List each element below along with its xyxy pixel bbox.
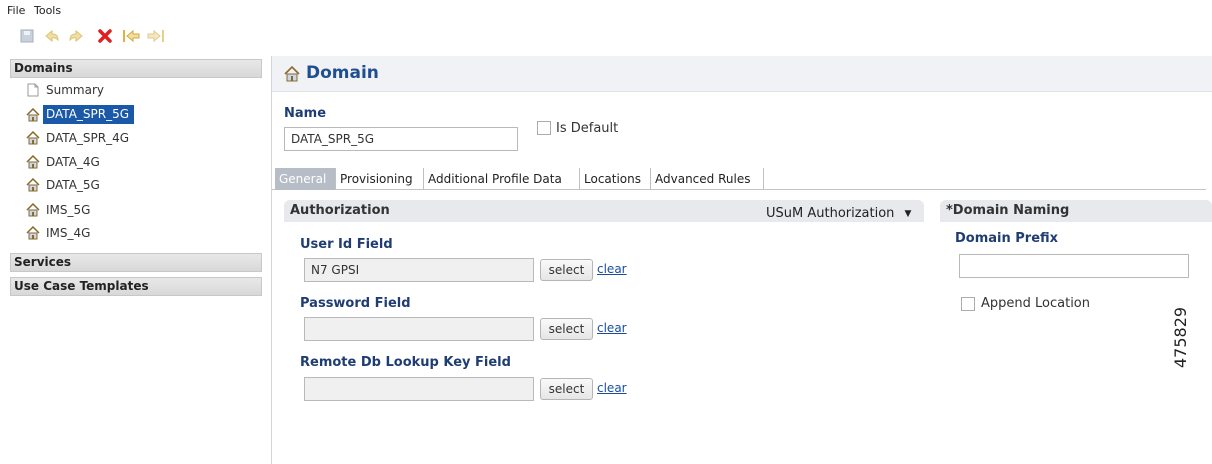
- sidebar-item-label: DATA_SPR_4G: [46, 130, 130, 145]
- sidebar-item-summary[interactable]: Summary: [26, 79, 104, 100]
- domain-naming-title: *Domain Naming: [946, 203, 1070, 218]
- domain-prefix-label: Domain Prefix: [955, 231, 1059, 246]
- panel-divider: [271, 56, 272, 464]
- sidebar-item-ims-4g[interactable]: IMS_4G: [26, 222, 90, 243]
- tab-general[interactable]: General: [275, 168, 336, 190]
- domain-naming-header: *Domain Naming: [940, 200, 1212, 222]
- sidebar-item-label: DATA_5G: [46, 177, 100, 192]
- dropdown-value: USuM Authorization: [766, 206, 895, 221]
- move-right-icon[interactable]: [147, 27, 165, 45]
- is-default-label: Is Default: [556, 121, 619, 136]
- sidebar-item-label: DATA_4G: [46, 154, 100, 169]
- append-location-label: Append Location: [981, 296, 1091, 311]
- sidebar-item-label: DATA_SPR_5G: [43, 105, 135, 124]
- append-location-checkbox[interactable]: [961, 297, 975, 311]
- sidebar-item-data-5g[interactable]: DATA_5G: [26, 174, 100, 195]
- house-icon: [26, 107, 40, 122]
- remote-db-lookup-input[interactable]: [304, 377, 534, 401]
- sidebar-item-label: IMS_4G: [46, 225, 91, 240]
- redo-icon[interactable]: [67, 27, 85, 45]
- password-input[interactable]: [304, 317, 534, 341]
- house-icon: [26, 225, 40, 240]
- sidebar-item-data-spr-4g[interactable]: DATA_SPR_4G: [26, 127, 129, 148]
- tab-locations[interactable]: Locations: [580, 168, 651, 190]
- authorization-type-dropdown[interactable]: USuM Authorization ▼: [766, 206, 911, 221]
- name-label: Name: [284, 106, 327, 121]
- domain-header: Domain: [272, 56, 1212, 92]
- tab-provisioning[interactable]: Provisioning: [336, 168, 424, 190]
- move-left-icon[interactable]: [122, 27, 140, 45]
- user-id-clear-link[interactable]: clear: [597, 262, 627, 276]
- domains-header[interactable]: Domains: [10, 59, 262, 78]
- domain-prefix-input[interactable]: [959, 254, 1189, 278]
- tab-advanced-rules[interactable]: Advanced Rules: [651, 168, 764, 190]
- user-id-input[interactable]: N7 GPSI: [304, 258, 534, 282]
- figure-number: 475829: [1171, 306, 1190, 368]
- sidebar-item-data-4g[interactable]: DATA_4G: [26, 151, 100, 172]
- house-icon: [26, 177, 40, 192]
- is-default-checkbox[interactable]: [537, 121, 551, 135]
- password-clear-link[interactable]: clear: [597, 321, 627, 335]
- undo-icon[interactable]: [43, 27, 61, 45]
- remote-db-clear-link[interactable]: clear: [597, 381, 627, 395]
- services-header[interactable]: Services: [10, 253, 262, 272]
- remote-db-select-button[interactable]: select: [540, 378, 593, 400]
- sidebar-item-ims-5g[interactable]: IMS_5G: [26, 199, 90, 220]
- house-icon: [26, 154, 40, 169]
- remote-db-lookup-label: Remote Db Lookup Key Field: [300, 355, 511, 370]
- sidebar-item-label: Summary: [46, 82, 104, 97]
- user-id-label: User Id Field: [300, 237, 393, 252]
- chevron-down-icon: ▼: [904, 208, 912, 219]
- menu-tools[interactable]: Tools: [34, 4, 61, 17]
- menu-file[interactable]: File: [7, 4, 25, 17]
- delete-icon[interactable]: [96, 27, 114, 45]
- document-icon: [26, 83, 40, 97]
- house-icon: [26, 202, 40, 217]
- use-case-templates-header[interactable]: Use Case Templates: [10, 277, 262, 296]
- tab-additional-profile-data[interactable]: Additional Profile Data: [424, 168, 580, 190]
- page-title: Domain: [306, 63, 379, 83]
- sidebar-item-data-spr-5g[interactable]: DATA_SPR_5G: [26, 104, 135, 125]
- authorization-title: Authorization: [290, 203, 390, 218]
- name-input[interactable]: DATA_SPR_5G: [284, 127, 518, 151]
- user-id-select-button[interactable]: select: [540, 259, 593, 281]
- house-icon: [284, 65, 300, 85]
- password-select-button[interactable]: select: [540, 318, 593, 340]
- house-icon: [26, 130, 40, 145]
- save-icon[interactable]: [18, 27, 36, 45]
- sidebar-item-label: IMS_5G: [46, 202, 91, 217]
- password-label: Password Field: [300, 296, 411, 311]
